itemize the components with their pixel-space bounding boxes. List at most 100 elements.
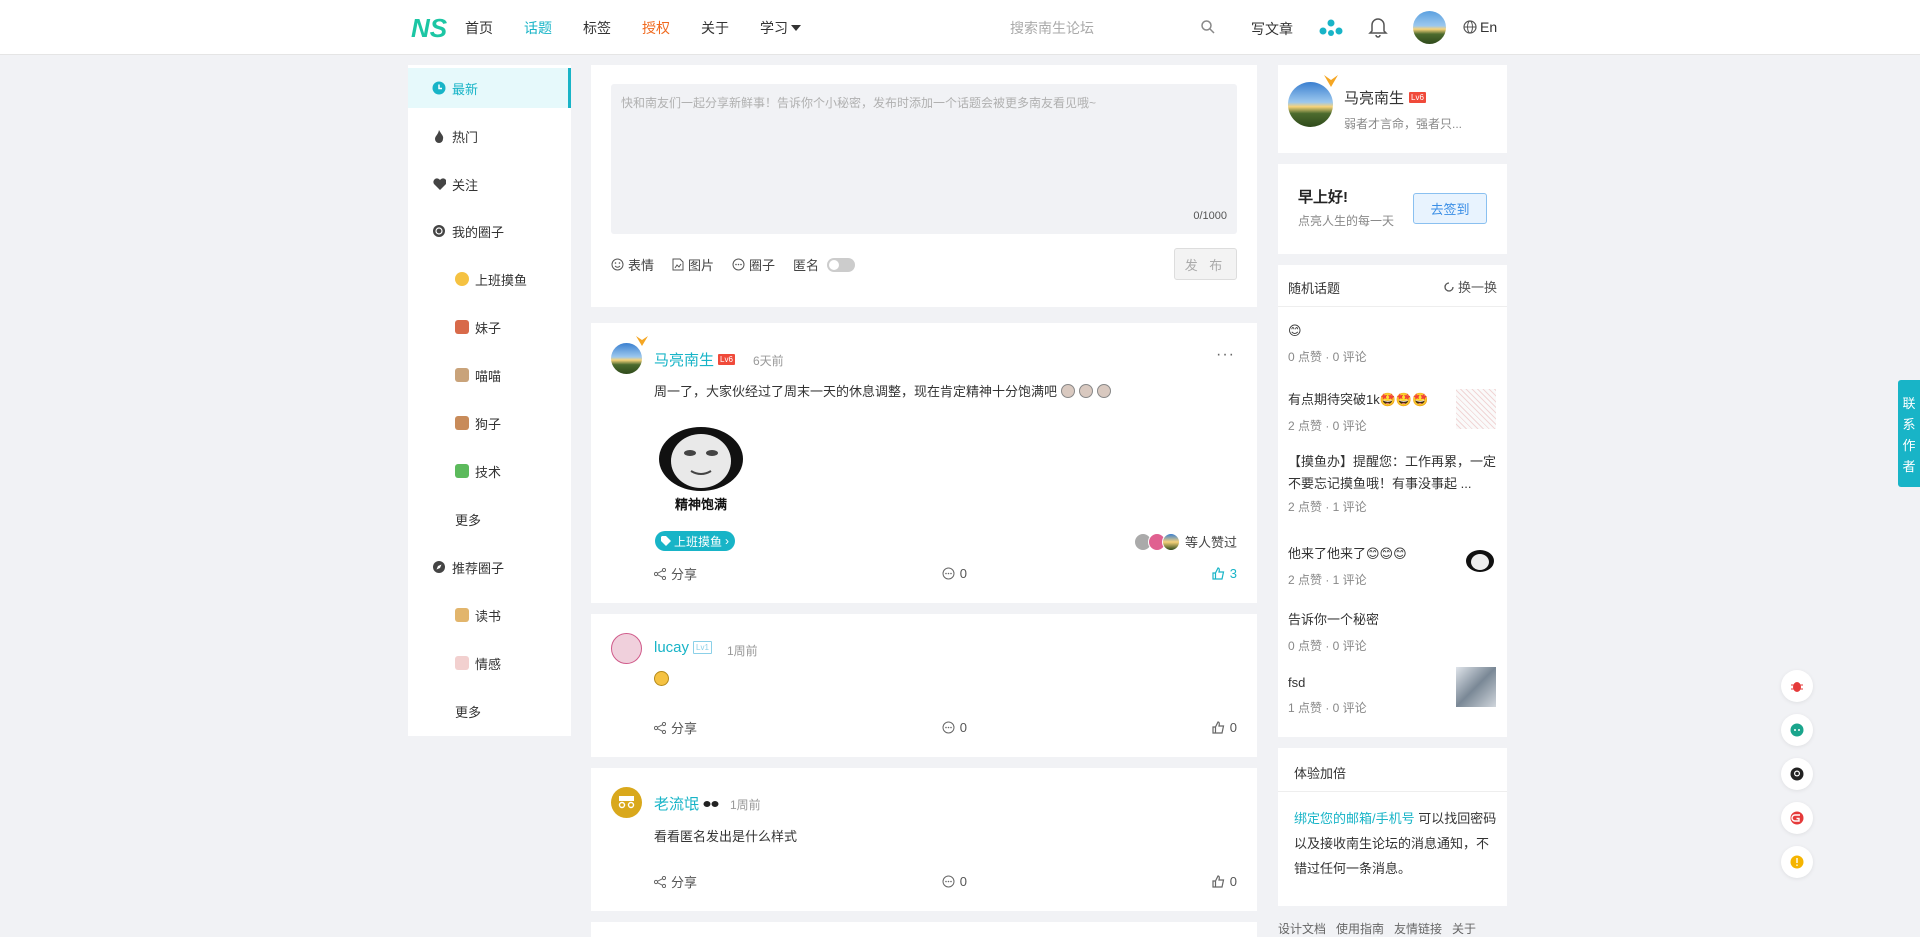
anonymous-label: 匿名 xyxy=(793,258,820,273)
smile-icon xyxy=(611,258,624,271)
checkin-button[interactable]: 去签到 xyxy=(1413,193,1487,224)
emoji-button[interactable]: 表情 xyxy=(611,255,654,274)
post-time: 1周前 xyxy=(730,798,761,812)
nav-tags[interactable]: 标签 xyxy=(583,18,611,38)
sidebar-item-emotion[interactable]: 情感 xyxy=(408,643,571,683)
footer-link-friends[interactable]: 友情链接 xyxy=(1394,920,1442,937)
sidebar-item-reading[interactable]: 读书 xyxy=(408,595,571,635)
author-avatar[interactable] xyxy=(611,633,642,664)
post-card: 马亮南生 Lv6 6天前 ··· 周一了，大家伙经过了周末一天的休息调整，现在肯… xyxy=(591,323,1257,603)
nav-learn[interactable]: 学习 xyxy=(760,18,801,38)
smiley-emoji-icon xyxy=(455,272,469,286)
profile-name[interactable]: 马亮南生 Lv6 xyxy=(1344,87,1426,108)
chat-icon xyxy=(1790,723,1804,737)
apps-dots-icon[interactable] xyxy=(1318,18,1344,38)
girl-emoji-icon xyxy=(455,320,469,334)
write-article-button[interactable]: 写文章 xyxy=(1251,19,1293,39)
sidebar-item-my-circles[interactable]: 我的圈子 xyxy=(408,211,571,251)
footer-link-design[interactable]: 设计文档 xyxy=(1278,920,1326,937)
author-name[interactable]: 马亮南生 Lv6 xyxy=(654,349,735,370)
profile-avatar[interactable] xyxy=(1288,82,1333,127)
user-avatar[interactable] xyxy=(1413,11,1446,44)
post-text: 看看匿名发出是什么样式 xyxy=(654,829,798,844)
anonymous-avatar[interactable] xyxy=(611,787,642,818)
sidebar-item-label: 喵喵 xyxy=(475,368,502,384)
site-logo[interactable]: NS xyxy=(411,13,449,41)
share-icon xyxy=(654,567,666,580)
post-text xyxy=(654,671,669,689)
contact-author-tab[interactable]: 联系作者 xyxy=(1898,380,1920,487)
like-button[interactable]: 0 xyxy=(1212,872,1237,891)
sidebar-item-follow[interactable]: 关注 xyxy=(408,164,571,204)
bell-icon[interactable] xyxy=(1368,16,1388,38)
topic-item[interactable]: 他来了他来了😊😊😊 2 点赞 · 1 评论 xyxy=(1288,543,1498,588)
random-topics-title: 随机话题 xyxy=(1288,281,1341,296)
sidebar-item-latest[interactable]: 最新 xyxy=(408,68,571,108)
search-icon[interactable] xyxy=(1200,19,1216,35)
author-name[interactable]: lucay Lv1 xyxy=(654,639,712,656)
topic-item[interactable]: 有点期待突破1k🤩🤩🤩 2 点赞 · 0 评论 xyxy=(1288,389,1498,434)
comment-button[interactable]: 0 xyxy=(942,564,967,583)
topic-tag-label: 上班摸鱼 xyxy=(674,534,723,549)
sidebar-item-cats[interactable]: 喵喵 xyxy=(408,355,571,395)
mask-icon xyxy=(703,800,719,807)
topic-item[interactable]: 😊 0 点赞 · 0 评论 xyxy=(1288,323,1498,365)
sidebar-item-more-2[interactable]: 更多 xyxy=(408,691,571,731)
gitee-button[interactable] xyxy=(1781,802,1813,834)
publish-button[interactable]: 发 布 xyxy=(1174,248,1237,280)
image-button[interactable]: 图片 xyxy=(672,255,714,274)
nav-topics[interactable]: 话题 xyxy=(524,18,552,38)
sidebar-item-tech[interactable]: 技术 xyxy=(408,451,571,491)
share-label: 分享 xyxy=(671,567,698,582)
nav-license[interactable]: 授权 xyxy=(642,18,670,38)
footer-links: 设计文档 使用指南 友情链接 关于 xyxy=(1278,920,1476,937)
share-button[interactable]: 分享 xyxy=(654,872,697,891)
like-button[interactable]: 0 xyxy=(1212,718,1237,737)
more-options-icon[interactable]: ··· xyxy=(1216,346,1235,364)
post-textarea[interactable] xyxy=(611,84,1237,234)
toggle-switch[interactable] xyxy=(827,257,856,272)
share-button[interactable]: 分享 xyxy=(654,564,697,583)
refresh-button[interactable]: 换一换 xyxy=(1443,277,1497,296)
notice-button[interactable] xyxy=(1781,846,1813,878)
topic-tag[interactable]: 上班摸鱼 › xyxy=(655,531,736,551)
liked-by[interactable]: 等人赞过 xyxy=(1133,532,1237,551)
author-name[interactable]: 老流氓 xyxy=(654,793,719,814)
comment-button[interactable]: 0 xyxy=(942,872,967,891)
like-button[interactable]: 3 xyxy=(1212,564,1237,583)
sidebar-item-label: 狗子 xyxy=(475,416,502,432)
chat-button[interactable] xyxy=(1781,714,1813,746)
anonymous-toggle[interactable]: 匿名 xyxy=(793,255,856,274)
sidebar-item-slacking[interactable]: 上班摸鱼 xyxy=(408,259,571,299)
topic-item[interactable]: 【摸鱼办】提醒您：工作再累，一定不要忘记摸鱼哦！有事没事起 ... 2 点赞 ·… xyxy=(1288,454,1498,515)
post-card-partial xyxy=(591,922,1257,937)
post-image[interactable]: 精神饱满 xyxy=(656,419,746,512)
footer-link-about[interactable]: 关于 xyxy=(1452,920,1476,937)
globe-icon xyxy=(1463,20,1477,34)
sidebar-item-girls[interactable]: 妹子 xyxy=(408,307,571,347)
language-switch[interactable]: En xyxy=(1463,19,1497,35)
footer-link-guide[interactable]: 使用指南 xyxy=(1336,920,1384,937)
author-name-label: 老流氓 xyxy=(654,796,700,813)
like-count: 0 xyxy=(1229,874,1237,889)
sidebar-item-recommended[interactable]: 推荐圈子 xyxy=(408,547,571,587)
topic-item[interactable]: 告诉你一个秘密 0 点赞 · 0 评论 xyxy=(1288,609,1498,654)
bind-account-link[interactable]: 绑定您的邮箱/手机号 xyxy=(1294,811,1415,826)
github-button[interactable] xyxy=(1781,758,1813,790)
refresh-label: 换一换 xyxy=(1457,280,1497,295)
topic-title: 😊 xyxy=(1288,323,1302,338)
topic-item[interactable]: fsd 1 点赞 · 0 评论 xyxy=(1288,667,1498,716)
comment-button[interactable]: 0 xyxy=(942,718,967,737)
search-input[interactable] xyxy=(1010,14,1220,41)
bug-report-button[interactable] xyxy=(1781,670,1813,702)
sidebar-item-dogs[interactable]: 狗子 xyxy=(408,403,571,443)
author-avatar[interactable] xyxy=(611,343,642,374)
circle-button[interactable]: 圈子 xyxy=(732,255,775,274)
nav-about[interactable]: 关于 xyxy=(701,18,729,38)
char-counter: 0/1000 xyxy=(1193,210,1227,222)
sidebar-item-hot[interactable]: 热门 xyxy=(408,116,571,156)
emoji-icon xyxy=(1097,383,1112,398)
nav-home[interactable]: 首页 xyxy=(465,18,493,38)
sidebar-item-more[interactable]: 更多 xyxy=(408,499,571,539)
share-button[interactable]: 分享 xyxy=(654,718,697,737)
